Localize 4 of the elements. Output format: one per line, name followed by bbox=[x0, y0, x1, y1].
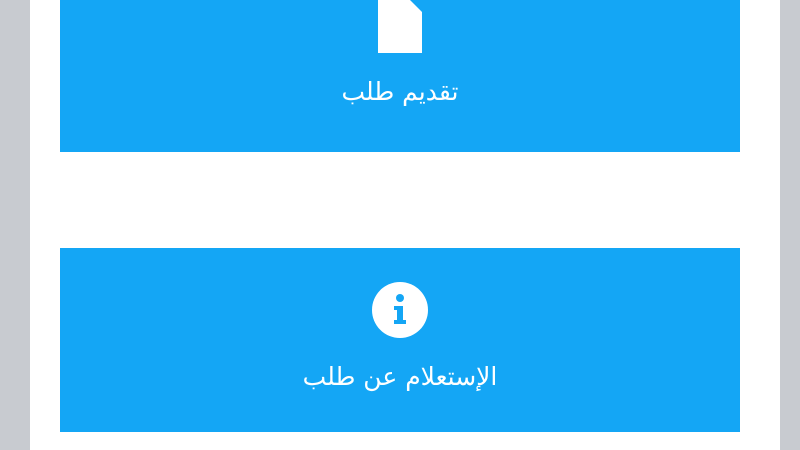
document-icon bbox=[378, 0, 422, 53]
info-icon bbox=[372, 282, 428, 338]
menu-button[interactable]: الإستعلام عن طلب bbox=[60, 248, 740, 432]
menu-button[interactable]: تقديم طلب bbox=[60, 0, 740, 152]
